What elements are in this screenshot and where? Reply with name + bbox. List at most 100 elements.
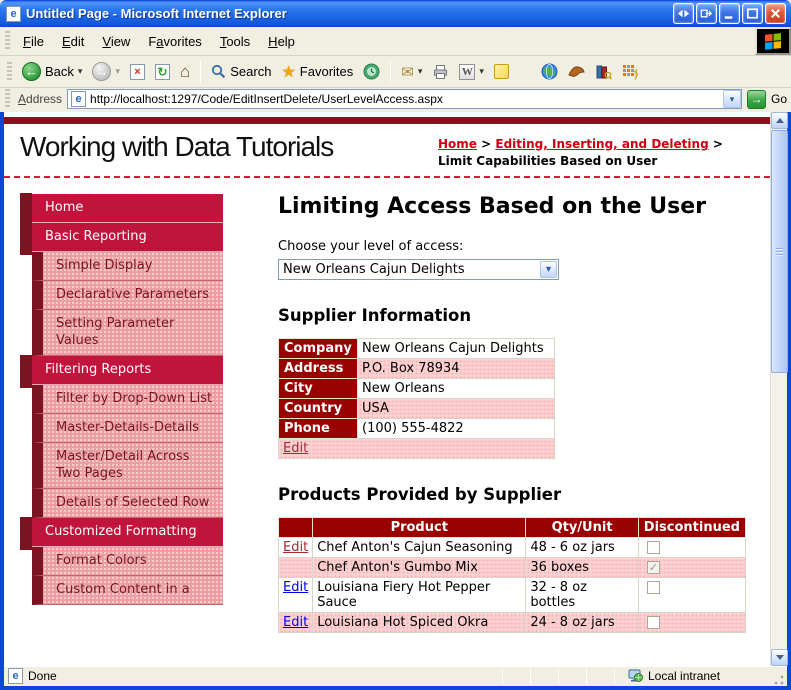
favorites-button[interactable]: ★ Favorites — [278, 60, 356, 84]
select-dropdown-icon[interactable]: ▾ — [540, 261, 557, 278]
breadcrumb-separator: > — [712, 137, 723, 151]
breadcrumb-separator: > — [481, 137, 492, 151]
sidebar-item-custom-content[interactable]: Custom Content in a — [32, 576, 223, 605]
go-button[interactable]: → — [746, 89, 766, 109]
research-bird-button[interactable] — [565, 62, 588, 81]
table-header-row: Product Qty/Unit Discontinued — [277, 517, 747, 538]
zone-label: Local intranet — [648, 669, 721, 683]
menu-edit[interactable]: Edit — [54, 30, 92, 53]
address-url[interactable]: http://localhost:1297/Code/EditInsertDel… — [90, 92, 719, 106]
note-icon — [493, 64, 509, 79]
pan-arrows-icon — [677, 9, 690, 18]
favorites-star-icon: ★ — [281, 63, 296, 81]
product-edit-link[interactable]: Edit — [283, 540, 308, 555]
messenger-globe-button[interactable] — [538, 61, 561, 82]
sidebar-item-master-details-details[interactable]: Master-Details-Details — [32, 414, 223, 443]
home-button[interactable]: ⌂ — [177, 60, 193, 84]
toolbar-separator — [390, 60, 392, 83]
product-edit-link[interactable]: Edit — [283, 615, 308, 630]
forward-button[interactable]: → ▾ — [89, 60, 123, 83]
refresh-button[interactable]: ↻ — [152, 62, 173, 82]
supplier-edit-link[interactable]: Edit — [283, 441, 308, 456]
mail-dropdown-icon[interactable]: ▾ — [418, 66, 423, 77]
toolbar-grip[interactable] — [5, 89, 10, 109]
window-title: Untitled Page - Microsoft Internet Explo… — [26, 6, 287, 21]
sidebar-item-home[interactable]: Home — [20, 193, 223, 226]
sidebar-item-setting-parameter-values[interactable]: Setting Parameter Values — [32, 310, 223, 356]
home-icon: ⌂ — [179, 61, 191, 81]
table-row: Chef Anton's Gumbo Mix 36 boxes ✓ — [277, 557, 747, 578]
forward-icon: → — [92, 62, 112, 81]
discontinued-checkbox[interactable]: ✓ — [646, 581, 660, 594]
address-dropdown-button[interactable]: ▾ — [722, 90, 741, 108]
sidebar-item-basic-reporting[interactable]: Basic Reporting — [20, 222, 223, 255]
page-top-rule — [4, 117, 770, 124]
address-bar: Address e http://localhost:1297/Code/Edi… — [0, 88, 791, 112]
messenger-blocks-button[interactable] — [619, 62, 641, 82]
menu-help[interactable]: Help — [260, 30, 303, 53]
local-intranet-icon — [628, 669, 643, 682]
sidebar-item-filter-by-drop-down-list[interactable]: Filter by Drop-Down List — [32, 385, 223, 414]
sidebar-item-declarative-parameters[interactable]: Declarative Parameters — [32, 281, 223, 310]
scroll-down-button[interactable] — [771, 649, 788, 666]
page-title: Limiting Access Based on the User — [278, 194, 706, 219]
menu-tools[interactable]: Tools — [212, 30, 258, 53]
detach-window-button[interactable] — [696, 3, 717, 24]
sidebar-item-filtering-reports[interactable]: Filtering Reports — [20, 355, 223, 388]
site-title: Working with Data Tutorials — [20, 131, 334, 162]
close-button[interactable] — [765, 3, 786, 24]
breadcrumb-home-link[interactable]: Home — [438, 137, 477, 151]
products-section-heading: Products Provided by Supplier — [278, 485, 562, 504]
toolbar-grip[interactable] — [7, 61, 12, 82]
pan-left-right-button[interactable] — [673, 3, 694, 24]
resize-grip[interactable] — [773, 674, 785, 686]
status-pane-separator — [502, 668, 503, 684]
browser-window: e Untitled Page - Microsoft Internet Exp… — [0, 0, 791, 690]
address-label: Address — [18, 92, 63, 106]
discuss-button[interactable] — [491, 62, 512, 81]
research-books-button[interactable] — [592, 62, 615, 82]
go-label[interactable]: Go — [771, 92, 787, 106]
history-button[interactable] — [360, 61, 383, 82]
sidebar-item-details-of-selected-row[interactable]: Details of Selected Row — [32, 489, 223, 518]
toolbar-grip[interactable] — [5, 31, 10, 51]
back-dropdown-icon[interactable]: ▾ — [78, 66, 83, 77]
vertical-scrollbar[interactable] — [770, 112, 788, 666]
address-input[interactable]: e http://localhost:1297/Code/EditInsertD… — [67, 89, 742, 109]
sidebar-item-master-detail-across-two-pages[interactable]: Master/Detail Across Two Pages — [32, 443, 223, 489]
windows-flag-icon — [765, 33, 781, 50]
detach-icon — [700, 9, 713, 18]
menu-view[interactable]: View — [94, 30, 138, 53]
access-level-select[interactable]: New Orleans Cajun Delights ▾ — [278, 259, 559, 280]
table-row: Edit Louisiana Hot Spiced Okra 24 - 8 oz… — [277, 612, 747, 633]
forward-dropdown-icon[interactable]: ▾ — [115, 66, 120, 77]
product-edit-link[interactable]: Edit — [283, 580, 308, 595]
sidebar-item-simple-display[interactable]: Simple Display — [32, 252, 223, 281]
back-button[interactable]: ← Back ▾ — [19, 60, 85, 83]
sidebar-item-format-colors[interactable]: Format Colors — [32, 547, 223, 576]
print-button[interactable] — [429, 62, 452, 82]
browser-viewport: Working with Data Tutorials Home > Editi… — [0, 112, 791, 666]
stop-button[interactable]: × — [127, 62, 148, 82]
search-button[interactable]: Search — [208, 62, 274, 81]
word-icon: W — [459, 63, 476, 80]
discontinued-checkbox[interactable]: ✓ — [646, 616, 660, 629]
discontinued-checkbox[interactable]: ✓ — [646, 541, 660, 554]
edit-dropdown-icon[interactable]: ▾ — [479, 66, 484, 77]
scrollbar-thumb[interactable] — [771, 130, 788, 373]
scroll-up-button[interactable] — [771, 112, 788, 129]
menu-favorites[interactable]: Favorites — [140, 30, 209, 53]
maximize-button[interactable] — [742, 3, 763, 24]
mail-button[interactable]: ✉ ▾ — [398, 61, 425, 83]
menu-file[interactable]: File — [15, 30, 52, 53]
title-bar[interactable]: e Untitled Page - Microsoft Internet Exp… — [0, 0, 791, 27]
standard-toolbar: ← Back ▾ → ▾ × ↻ ⌂ Search ★ Favorites ✉ … — [0, 56, 791, 88]
minimize-button[interactable] — [719, 3, 740, 24]
edit-with-word-button[interactable]: W ▾ — [456, 62, 487, 82]
breadcrumb-section-link[interactable]: Editing, Inserting, and Deleting — [495, 137, 708, 151]
discontinued-checkbox[interactable]: ✓ — [646, 561, 660, 574]
page-content: Working with Data Tutorials Home > Editi… — [4, 112, 770, 666]
table-row: Phone (100) 555-4822 — [278, 418, 555, 439]
sidebar-item-customized-formatting[interactable]: Customized Formatting — [20, 517, 223, 550]
ie-page-icon: e — [6, 5, 21, 22]
